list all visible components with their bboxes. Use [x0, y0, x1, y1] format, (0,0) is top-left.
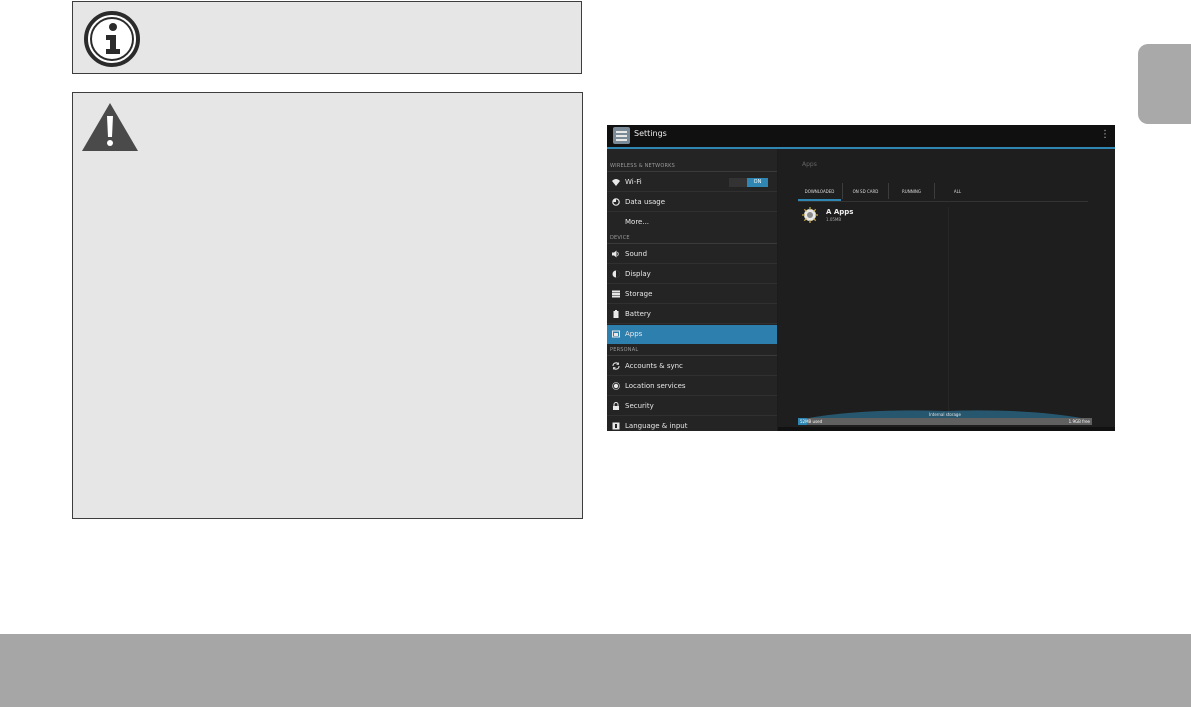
section-divider [607, 171, 777, 172]
sidebar-item-apps[interactable]: Apps [607, 325, 777, 344]
apps-icon [612, 330, 620, 338]
sidebar-item-data-usage[interactable]: Data usage [607, 193, 777, 212]
list-divider [948, 207, 949, 417]
page-title: Apps [802, 161, 817, 168]
sidebar-item-security[interactable]: Security [607, 397, 777, 416]
sidebar-item-label: Battery [625, 310, 651, 318]
language-icon [612, 422, 620, 430]
sync-icon [612, 362, 620, 370]
data-usage-icon [612, 198, 620, 206]
sidebar-item-sound[interactable]: Sound [607, 245, 777, 264]
settings-screenshot: Settings ⋮ WIRELESS & NETWORKS Wi-Fi ON … [607, 125, 1115, 431]
sidebar-item-label: Accounts & sync [625, 362, 683, 370]
storage-icon [612, 290, 620, 298]
sidebar-item-label: Storage [625, 290, 653, 298]
app-size: 1.05MB [826, 217, 842, 222]
sidebar-item-label: Security [625, 402, 654, 410]
footer-bar [0, 634, 1191, 707]
settings-sidebar: WIRELESS & NETWORKS Wi-Fi ON Data usage … [607, 149, 777, 431]
sidebar-item-location[interactable]: Location services [607, 377, 777, 396]
overflow-menu-icon[interactable]: ⋮ [1100, 129, 1110, 141]
toggle-on-label: ON [747, 178, 768, 187]
tab-running[interactable]: RUNNING [889, 187, 934, 201]
storage-used-text: 52MB used [800, 419, 823, 424]
battery-icon [613, 310, 619, 318]
sidebar-item-label: Language & input [625, 422, 688, 430]
action-bar: Settings ⋮ [607, 125, 1115, 149]
warning-icon [82, 103, 138, 151]
sidebar-item-label: More... [625, 218, 650, 226]
sidebar-item-label: Wi-Fi [625, 178, 642, 186]
settings-icon[interactable] [613, 127, 630, 144]
side-tab [1138, 44, 1191, 124]
storage-label: Internal storage [929, 412, 961, 417]
sidebar-item-language[interactable]: Language & input [607, 417, 777, 431]
app-name[interactable]: A Apps [826, 208, 853, 216]
section-header-personal: PERSONAL [610, 347, 639, 353]
sidebar-item-battery[interactable]: Battery [607, 305, 777, 324]
sidebar-item-accounts-sync[interactable]: Accounts & sync [607, 357, 777, 376]
section-divider [607, 243, 777, 244]
wifi-icon [612, 179, 620, 186]
tab-on-sd-card[interactable]: ON SD CARD [843, 187, 888, 201]
app-icon[interactable] [802, 207, 818, 223]
sidebar-item-display[interactable]: Display [607, 265, 777, 284]
lock-icon [613, 402, 619, 410]
sidebar-item-wifi[interactable]: Wi-Fi ON [607, 173, 777, 192]
storage-free-text: 1.9GB free [1068, 419, 1090, 424]
apps-pane: Apps DOWNLOADED ON SD CARD RUNNING ALL A… [778, 149, 1115, 431]
sidebar-item-label: Sound [625, 250, 648, 258]
action-bar-title: Settings [634, 129, 667, 138]
info-callout-box [72, 1, 582, 74]
section-header-wireless: WIRELESS & NETWORKS [610, 163, 675, 169]
speaker-icon [612, 250, 619, 258]
wifi-toggle[interactable]: ON [729, 178, 768, 187]
warning-callout-box [72, 92, 583, 519]
sidebar-item-label: Data usage [625, 198, 666, 206]
storage-bar: 52MB used 1.9GB free [798, 418, 1092, 425]
sidebar-item-label: Apps [625, 330, 643, 338]
section-divider [607, 355, 777, 356]
section-header-device: DEVICE [610, 235, 630, 241]
sidebar-item-label: Display [625, 270, 651, 278]
tab-downloaded[interactable]: DOWNLOADED [798, 187, 841, 201]
sidebar-item-storage[interactable]: Storage [607, 285, 777, 304]
tabs-underline [798, 201, 1088, 202]
info-icon [84, 11, 140, 67]
sidebar-item-label: Location services [625, 382, 686, 390]
location-icon [612, 382, 620, 390]
tab-all[interactable]: ALL [935, 187, 980, 201]
navigation-bar [778, 427, 1115, 431]
display-icon [612, 270, 620, 278]
sidebar-item-more[interactable]: More... [607, 213, 777, 232]
